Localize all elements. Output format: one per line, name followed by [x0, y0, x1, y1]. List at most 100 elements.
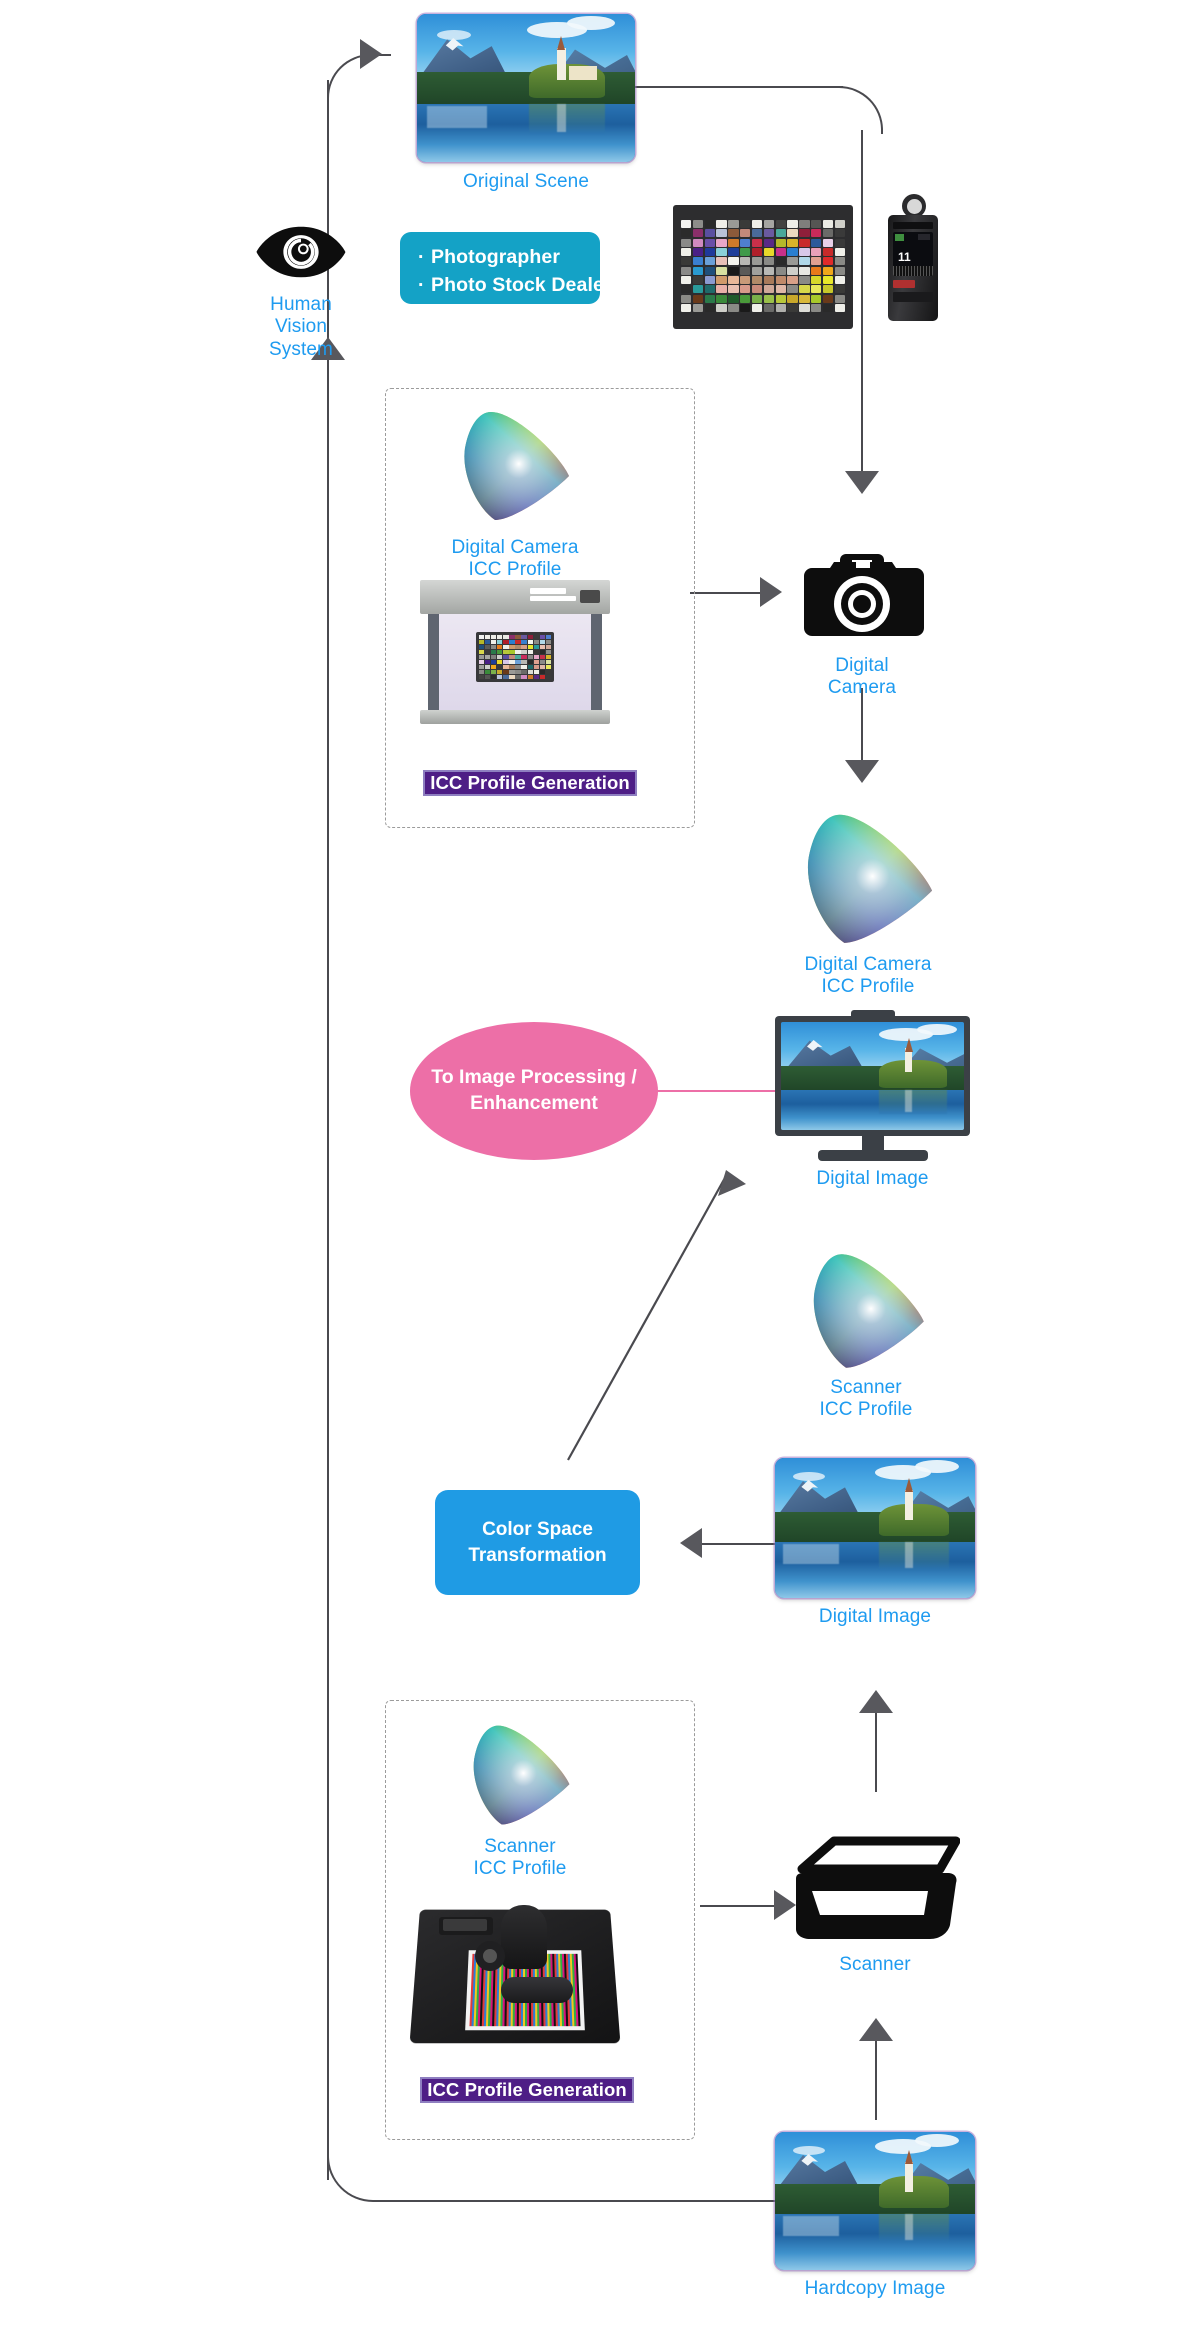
color-patch: [740, 285, 751, 294]
color-patch: [822, 304, 834, 312]
color-patch: [810, 304, 822, 312]
color-patch: [485, 669, 491, 675]
color-patch: [681, 266, 692, 275]
node-original-scene: Original Scene: [417, 14, 635, 193]
color-patch: [515, 644, 521, 650]
color-patch: [527, 635, 533, 640]
color-patch: [799, 266, 810, 275]
color-patch: [751, 276, 763, 284]
color-patch: [509, 654, 515, 660]
color-patch: [787, 285, 798, 294]
color-patch: [533, 654, 539, 660]
color-patch: [763, 276, 775, 284]
color-patch: [763, 248, 775, 256]
arrow-into-scanner-from-hardcopy: [859, 2018, 893, 2041]
color-patch: [545, 659, 551, 665]
color-patch: [497, 639, 503, 645]
scanner-icc-profile-label: Scanner ICC Profile: [819, 1377, 913, 1421]
color-patch: [515, 649, 521, 655]
scanner-profile-gamut: [465, 1722, 575, 1830]
arrow-into-digital-camera: [845, 471, 879, 494]
color-patch: [799, 238, 810, 247]
color-patch: [539, 664, 545, 670]
color-patch: [704, 220, 716, 228]
scanned-digital-image-photo: [775, 1458, 975, 1598]
color-patch: [751, 294, 763, 303]
hardcopy-image-label: Hardcopy Image: [804, 2278, 946, 2299]
gamut-shape-icon: [464, 412, 569, 520]
color-patch: [485, 654, 491, 660]
color-patch: [527, 654, 533, 660]
color-patch: [704, 304, 716, 312]
color-patch: [728, 257, 739, 266]
color-space-transformation-box[interactable]: Color Space Transformation: [435, 1490, 640, 1595]
color-patch: [834, 304, 845, 312]
scanner-icon: [796, 1836, 961, 1939]
color-patch: [545, 649, 551, 655]
color-patch: [810, 294, 822, 303]
color-patch: [681, 294, 692, 303]
color-patch: [692, 304, 704, 312]
color-patch: [479, 664, 485, 670]
color-patch: [799, 229, 810, 238]
color-patch: [704, 285, 716, 294]
connector-bottom-left-corner: [327, 2130, 377, 2202]
role-item-photographer: · Photographer: [418, 244, 580, 272]
color-patch: [728, 229, 739, 238]
connector-scanner-profile-run: [700, 1905, 780, 1908]
spectrophotometer-icon: [409, 1885, 621, 2053]
color-patch: [545, 635, 551, 640]
color-patch: [822, 220, 834, 228]
color-patch: [692, 248, 704, 256]
color-patch: [681, 229, 692, 238]
color-patch: [491, 635, 497, 640]
color-patch: [497, 635, 503, 640]
color-patch: [692, 229, 704, 238]
color-patch: [485, 674, 491, 679]
color-patch: [509, 635, 515, 640]
color-patch: [521, 669, 527, 675]
connector-scene-down-run: [861, 130, 864, 475]
connector-scene-corner: [835, 86, 883, 134]
color-patch: [503, 654, 509, 660]
color-patch: [822, 248, 834, 256]
color-patch: [539, 639, 545, 645]
arrow-into-original-scene: [360, 39, 382, 69]
color-patch: [479, 674, 485, 679]
color-patch: [515, 635, 521, 640]
color-patch: [728, 220, 739, 228]
color-patch: [479, 635, 485, 640]
color-patch: [810, 285, 822, 294]
color-patch: [728, 276, 739, 284]
color-patch: [704, 266, 716, 275]
color-patch: [775, 285, 786, 294]
color-patch: [728, 238, 739, 247]
color-patch: [834, 285, 845, 294]
color-patch: [521, 654, 527, 660]
node-scanner: Scanner: [790, 1835, 961, 1976]
color-patch: [509, 674, 515, 679]
color-patch: [503, 674, 509, 679]
connector-scene-right-run: [625, 86, 843, 89]
color-patch: [704, 238, 716, 247]
color-patch: [527, 659, 533, 665]
color-patch: [822, 276, 834, 284]
color-patch: [810, 238, 822, 247]
scanner-label: Scanner: [839, 1954, 911, 1975]
image-processing-ellipse[interactable]: To Image Processing / Enhancement: [410, 1022, 658, 1160]
connector-camera-profile-run: [690, 592, 766, 595]
monitor-digital-image-label: Digital Image: [816, 1168, 929, 1189]
color-patch: [527, 639, 533, 645]
color-patch: [545, 664, 551, 670]
color-patch: [787, 248, 798, 256]
color-patch: [775, 229, 786, 238]
color-patch: [728, 294, 739, 303]
color-patch: [545, 639, 551, 645]
color-patch: [775, 294, 786, 303]
color-patch: [521, 674, 527, 679]
color-patch: [479, 649, 485, 655]
color-patch: [716, 294, 727, 303]
color-patch: [775, 248, 786, 256]
node-camera-icc-profile: Digital Camera ICC Profile: [786, 810, 950, 999]
color-patch: [716, 248, 727, 256]
